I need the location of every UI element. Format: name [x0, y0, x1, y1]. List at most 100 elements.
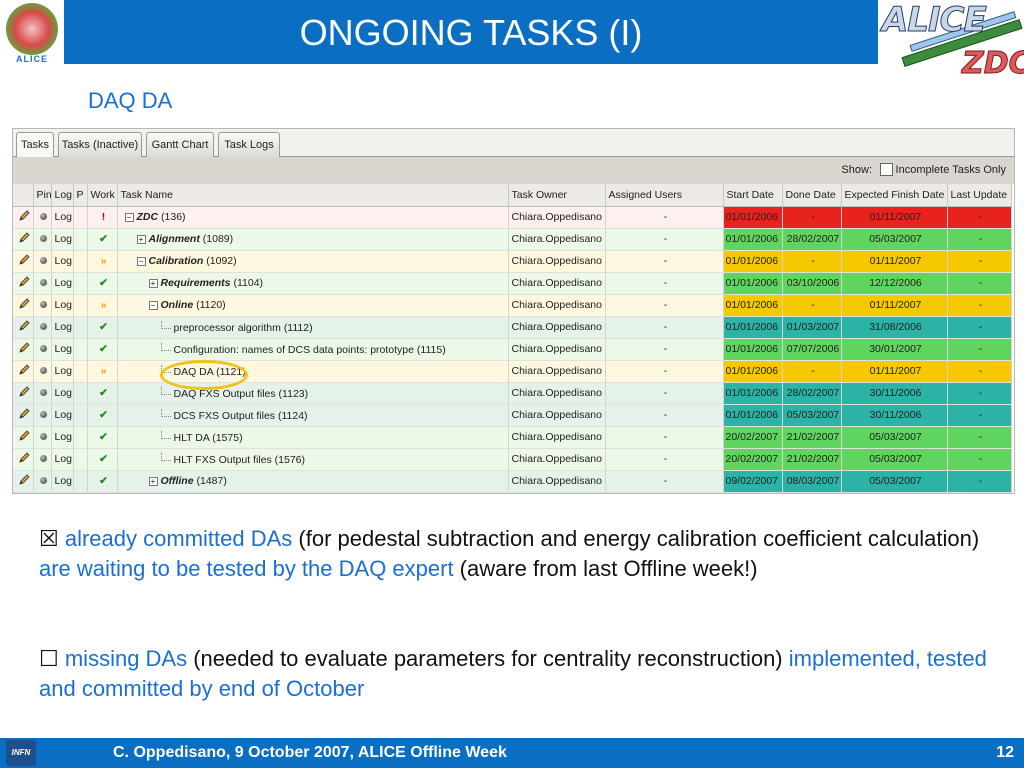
task-name-cell[interactable]: DCS FXS Output files (1124): [117, 404, 509, 427]
table-row[interactable]: Log» − Calibration (1092) Chiara.Oppedisano…: [13, 250, 1012, 273]
pin-cell[interactable]: [33, 404, 52, 427]
collapse-icon[interactable]: −: [148, 300, 158, 310]
task-name[interactable]: preprocessor algorithm: [174, 322, 281, 334]
pin-cell[interactable]: [33, 360, 52, 383]
col-p[interactable]: P: [73, 184, 88, 207]
task-name[interactable]: DCS FXS Output files: [174, 410, 276, 422]
task-name-cell[interactable]: preprocessor algorithm (1112): [117, 316, 509, 339]
pin-cell[interactable]: [33, 382, 52, 405]
col-log[interactable]: Log: [51, 184, 74, 207]
table-row[interactable]: Log ✔ DCS FXS Output files (1124) Chiara.Op…: [13, 404, 1012, 427]
task-name[interactable]: Configuration: names of DCS data points:…: [174, 344, 414, 356]
edit-cell[interactable]: [13, 338, 34, 361]
log-link[interactable]: Log: [51, 448, 74, 471]
expand-icon[interactable]: +: [148, 278, 158, 288]
col-work[interactable]: Work: [87, 184, 118, 207]
task-name-cell[interactable]: + Requirements (1104): [117, 272, 509, 295]
pin-cell[interactable]: [33, 338, 52, 361]
expand-icon[interactable]: +: [136, 234, 146, 244]
task-name-cell[interactable]: − Online (1120): [117, 294, 509, 317]
col-start-date[interactable]: Start Date: [723, 184, 783, 207]
col-pin[interactable]: Pin: [33, 184, 52, 207]
tab-task-logs[interactable]: Task Logs: [218, 132, 280, 157]
table-row[interactable]: Log! − ZDC (136) Chiara.Oppedisano -01/01/20…: [13, 206, 1012, 229]
task-name-cell[interactable]: + Offline (1487): [117, 470, 509, 493]
edit-cell[interactable]: [13, 360, 34, 383]
table-row[interactable]: Log ✔ + Offline (1487) Chiara.Oppedisano -09/…: [13, 470, 1012, 493]
task-name-cell[interactable]: HLT FXS Output files (1576): [117, 448, 509, 471]
task-name[interactable]: Requirements: [161, 277, 231, 289]
work-status-cell: »: [87, 294, 118, 317]
log-link[interactable]: Log: [51, 228, 74, 251]
edit-cell[interactable]: [13, 404, 34, 427]
task-name[interactable]: ZDC: [137, 211, 159, 223]
log-link[interactable]: Log: [51, 382, 74, 405]
edit-cell[interactable]: [13, 448, 34, 471]
col-last-update[interactable]: Last Update: [947, 184, 1012, 207]
log-link[interactable]: Log: [51, 404, 74, 427]
pin-cell[interactable]: [33, 426, 52, 449]
edit-cell[interactable]: [13, 426, 34, 449]
edit-cell[interactable]: [13, 206, 34, 229]
log-link[interactable]: Log: [51, 338, 74, 361]
incomplete-only-checkbox[interactable]: [880, 163, 893, 176]
task-name[interactable]: Offline: [161, 475, 194, 487]
task-name[interactable]: HLT FXS Output files: [174, 454, 272, 466]
log-link[interactable]: Log: [51, 360, 74, 383]
pin-cell[interactable]: [33, 470, 52, 493]
table-row[interactable]: Log ✔ HLT FXS Output files (1576) Chiara.Op…: [13, 448, 1012, 471]
pin-cell[interactable]: [33, 228, 52, 251]
tab-gantt-chart[interactable]: Gantt Chart: [146, 132, 214, 157]
tab-tasks[interactable]: Tasks: [16, 132, 54, 158]
task-name-cell[interactable]: − ZDC (136): [117, 206, 509, 229]
log-link[interactable]: Log: [51, 316, 74, 339]
table-row[interactable]: Log ✔ + Alignment (1089) Chiara.Oppedisano -0…: [13, 228, 1012, 251]
task-name[interactable]: HLT DA: [174, 432, 210, 444]
edit-cell[interactable]: [13, 470, 34, 493]
assigned-users: -: [605, 470, 724, 493]
task-name-cell[interactable]: Configuration: names of DCS data points:…: [117, 338, 509, 361]
collapse-icon[interactable]: −: [124, 212, 134, 222]
table-row[interactable]: Log ✔ DAQ FXS Output files (1123) Chiara.Op…: [13, 382, 1012, 405]
task-name[interactable]: Online: [161, 299, 194, 311]
expand-icon[interactable]: +: [148, 476, 158, 486]
pin-icon: [40, 389, 47, 396]
collapse-icon[interactable]: −: [136, 256, 146, 266]
edit-cell[interactable]: [13, 272, 34, 295]
pin-icon: [40, 455, 47, 462]
pin-cell[interactable]: [33, 448, 52, 471]
edit-cell[interactable]: [13, 228, 34, 251]
col-assigned-users[interactable]: Assigned Users: [605, 184, 724, 207]
task-name[interactable]: Calibration: [149, 255, 204, 267]
edit-cell[interactable]: [13, 294, 34, 317]
task-name-cell[interactable]: + Alignment (1089): [117, 228, 509, 251]
task-name[interactable]: Alignment: [149, 233, 200, 245]
log-link[interactable]: Log: [51, 470, 74, 493]
pin-cell[interactable]: [33, 294, 52, 317]
tab-tasks-inactive[interactable]: Tasks (Inactive): [58, 132, 142, 157]
log-link[interactable]: Log: [51, 250, 74, 273]
pin-cell[interactable]: [33, 250, 52, 273]
task-name-cell[interactable]: − Calibration (1092): [117, 250, 509, 273]
edit-cell[interactable]: [13, 316, 34, 339]
pin-cell[interactable]: [33, 316, 52, 339]
table-row[interactable]: Log ✔ Configuration: names of DCS data poi…: [13, 338, 1012, 361]
task-name[interactable]: DAQ FXS Output files: [174, 388, 276, 400]
edit-cell[interactable]: [13, 250, 34, 273]
table-row[interactable]: Log ✔ preprocessor algorithm (1112) Chiara.…: [13, 316, 1012, 339]
table-row[interactable]: Log ✔ HLT DA (1575) Chiara.Oppedisano -20/02…: [13, 426, 1012, 449]
log-link[interactable]: Log: [51, 294, 74, 317]
pin-cell[interactable]: [33, 206, 52, 229]
col-done-date[interactable]: Done Date: [782, 184, 842, 207]
task-name-cell[interactable]: HLT DA (1575): [117, 426, 509, 449]
log-link[interactable]: Log: [51, 426, 74, 449]
table-row[interactable]: Log ✔ + Requirements (1104) Chiara.Oppedisan…: [13, 272, 1012, 295]
col-task-name[interactable]: Task Name: [117, 184, 509, 207]
log-link[interactable]: Log: [51, 206, 74, 229]
col-expected-finish-date[interactable]: Expected Finish Date: [841, 184, 948, 207]
table-row[interactable]: Log» − Online (1120) Chiara.Oppedisano -01/0…: [13, 294, 1012, 317]
edit-cell[interactable]: [13, 382, 34, 405]
col-task-owner[interactable]: Task Owner: [508, 184, 606, 207]
pin-cell[interactable]: [33, 272, 52, 295]
log-link[interactable]: Log: [51, 272, 74, 295]
